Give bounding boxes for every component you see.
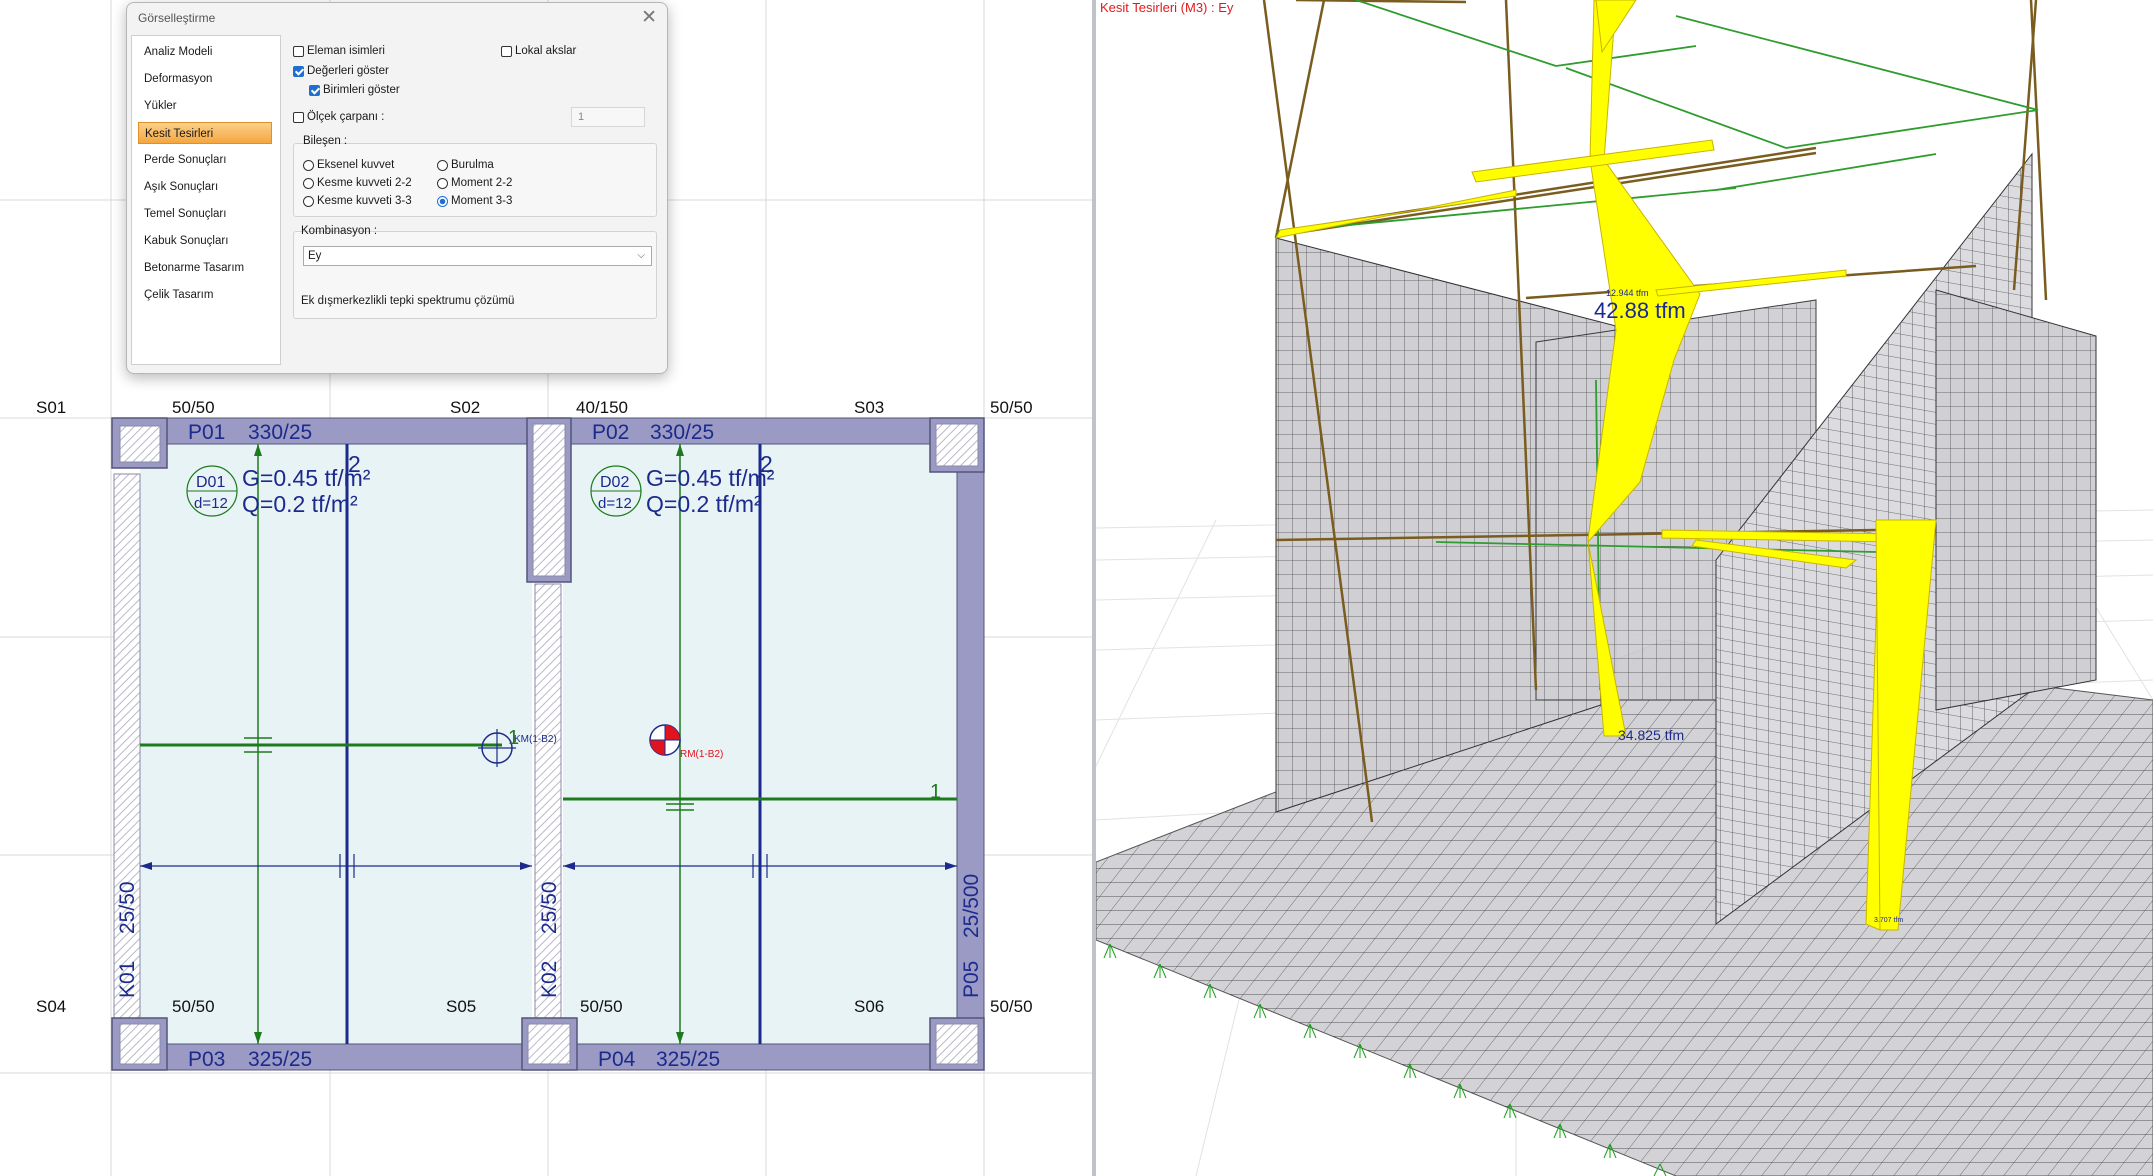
radio-icon bbox=[303, 177, 314, 189]
beam-size: 330/25 bbox=[248, 421, 312, 444]
axis-label: S01 bbox=[36, 398, 66, 417]
shear-wall-side[interactable] bbox=[1935, 289, 2097, 711]
wall-k01[interactable] bbox=[113, 473, 141, 1019]
slab-dead-load: G=0.45 tf/m² bbox=[646, 465, 775, 491]
nav-item-section-forces[interactable]: Kesit Tesirleri bbox=[138, 122, 272, 144]
nav-item-foundation-results[interactable]: Temel Sonuçları bbox=[138, 203, 272, 225]
checkbox-checked-icon bbox=[309, 84, 320, 96]
slab-name: D02 bbox=[600, 474, 629, 491]
column-size-label: 40/150 bbox=[576, 398, 628, 417]
column-size-label: 50/50 bbox=[172, 398, 215, 417]
radio-moment-3-3[interactable]: Moment 3-3 bbox=[437, 195, 512, 207]
axis-label: S05 bbox=[446, 997, 476, 1016]
radio-axial-force[interactable]: Eksenel kuvvet bbox=[303, 159, 394, 171]
column-size-label: 50/50 bbox=[580, 997, 623, 1016]
component-label: Bileşen : bbox=[303, 135, 348, 147]
scale-factor-input[interactable]: 1 bbox=[571, 107, 645, 127]
radio-shear-3-3[interactable]: Kesme kuvveti 3-3 bbox=[303, 195, 412, 207]
foundation-mesh[interactable] bbox=[1096, 639, 2153, 1176]
nav-item-analysis-model[interactable]: Analiz Modeli bbox=[138, 41, 272, 63]
checkbox-icon bbox=[293, 45, 304, 57]
chevron-down-icon: ⌵ bbox=[637, 250, 645, 261]
slab-live-load: Q=0.2 tf/m² bbox=[646, 491, 762, 517]
3d-canvas: 42.88 tfm 12.944 tfm 34.825 tfm 3.707 tf… bbox=[1096, 0, 2153, 1176]
slab-direction: 2 bbox=[760, 451, 773, 477]
slab-thickness: d=12 bbox=[194, 495, 228, 512]
slab-name: D01 bbox=[196, 474, 225, 491]
radio-icon bbox=[437, 177, 448, 189]
beam-name: P01 bbox=[188, 421, 225, 444]
moment-min-label: 34.825 tfm bbox=[1618, 727, 1684, 743]
rigidity-center-icon bbox=[649, 724, 681, 756]
dialog-title: Görselleştirme bbox=[138, 11, 216, 25]
close-icon[interactable]: ✕ bbox=[641, 6, 657, 29]
column-size-label: 50/50 bbox=[172, 997, 215, 1016]
beam-name: P04 bbox=[598, 1048, 636, 1071]
wall-size: 25/50 bbox=[116, 881, 139, 934]
radio-icon bbox=[303, 195, 314, 207]
show-values-checkbox[interactable]: Değerleri göster bbox=[293, 65, 389, 77]
rigidity-center-label: RM(1-B2) bbox=[680, 749, 723, 760]
nav-item-deformation[interactable]: Deformasyon bbox=[138, 68, 272, 90]
3d-view[interactable]: 42.88 tfm 12.944 tfm 34.825 tfm 3.707 tf… bbox=[1096, 0, 2153, 1176]
visualization-dialog[interactable]: Görselleştirme ✕ Analiz Modeli Deformasy… bbox=[126, 2, 668, 374]
nav-item-loads[interactable]: Yükler bbox=[138, 95, 272, 117]
3d-view-title: Kesit Tesirleri (M3) : Ey bbox=[1100, 0, 1234, 15]
scale-factor-checkbox[interactable]: Ölçek çarpanı : bbox=[293, 111, 384, 123]
span-mark: 1 bbox=[930, 781, 941, 803]
beam-p05[interactable] bbox=[956, 469, 985, 1031]
wall-k02[interactable] bbox=[534, 583, 562, 1019]
wall-size: 25/50 bbox=[538, 881, 561, 934]
axis-label: S06 bbox=[854, 997, 884, 1016]
checkbox-icon bbox=[293, 111, 304, 123]
radio-torsion[interactable]: Burulma bbox=[437, 159, 494, 171]
radio-icon bbox=[303, 159, 314, 171]
beam-size: 25/500 bbox=[960, 874, 983, 938]
wall-name: K01 bbox=[116, 961, 139, 998]
radio-selected-icon bbox=[437, 195, 448, 207]
moment-max-small-label: 12.944 tfm bbox=[1606, 288, 1649, 298]
axis-label: S03 bbox=[854, 398, 884, 417]
dialog-nav: Analiz Modeli Deformasyon Yükler Kesit T… bbox=[131, 35, 281, 365]
element-names-checkbox[interactable]: Eleman isimleri bbox=[293, 45, 385, 57]
nav-item-wall-results[interactable]: Perde Sonuçları bbox=[138, 149, 272, 171]
mass-center-label: KM(1-B2) bbox=[514, 734, 557, 745]
beam-name: P05 bbox=[960, 961, 983, 998]
checkbox-checked-icon bbox=[293, 65, 304, 77]
radio-moment-2-2[interactable]: Moment 2-2 bbox=[437, 177, 512, 189]
beam-name: P02 bbox=[592, 421, 629, 444]
moment-max-label: 42.88 tfm bbox=[1594, 298, 1686, 323]
slab-direction: 2 bbox=[348, 451, 361, 477]
wall-name: K02 bbox=[538, 961, 561, 998]
nav-item-purlin-results[interactable]: Aşık Sonuçları bbox=[138, 176, 272, 198]
nav-item-concrete-design[interactable]: Betonarme Tasarım bbox=[138, 257, 272, 279]
local-axes-checkbox[interactable]: Lokal akslar bbox=[501, 45, 576, 57]
nav-item-shell-results[interactable]: Kabuk Sonuçları bbox=[138, 230, 272, 252]
column-size-label: 50/50 bbox=[990, 398, 1033, 417]
nav-item-steel-design[interactable]: Çelik Tasarım bbox=[138, 284, 272, 306]
dialog-content: Eleman isimleri Lokal akslar Değerleri g… bbox=[289, 35, 659, 363]
combination-note: Ek dışmerkezlikli tepki spektrumu çözümü bbox=[301, 295, 515, 307]
beam-name: P03 bbox=[188, 1048, 225, 1071]
combination-label: Kombinasyon : bbox=[301, 225, 378, 237]
beam-size: 325/25 bbox=[248, 1048, 312, 1071]
column-size-label: 50/50 bbox=[990, 997, 1033, 1016]
combination-select[interactable]: Ey ⌵ bbox=[303, 246, 652, 266]
checkbox-icon bbox=[501, 45, 512, 57]
slab-thickness: d=12 bbox=[598, 495, 632, 512]
show-units-checkbox[interactable]: Birimleri göster bbox=[309, 84, 400, 96]
radio-shear-2-2[interactable]: Kesme kuvveti 2-2 bbox=[303, 177, 412, 189]
moment-right-label: 3.707 tfm bbox=[1874, 917, 1903, 924]
axis-label: S02 bbox=[450, 398, 480, 417]
radio-icon bbox=[437, 159, 448, 171]
slab-live-load: Q=0.2 tf/m² bbox=[242, 491, 358, 517]
dialog-titlebar[interactable]: Görselleştirme ✕ bbox=[127, 3, 667, 33]
beam-size: 325/25 bbox=[656, 1048, 720, 1071]
beam-size: 330/25 bbox=[650, 421, 714, 444]
axis-label: S04 bbox=[36, 997, 66, 1016]
